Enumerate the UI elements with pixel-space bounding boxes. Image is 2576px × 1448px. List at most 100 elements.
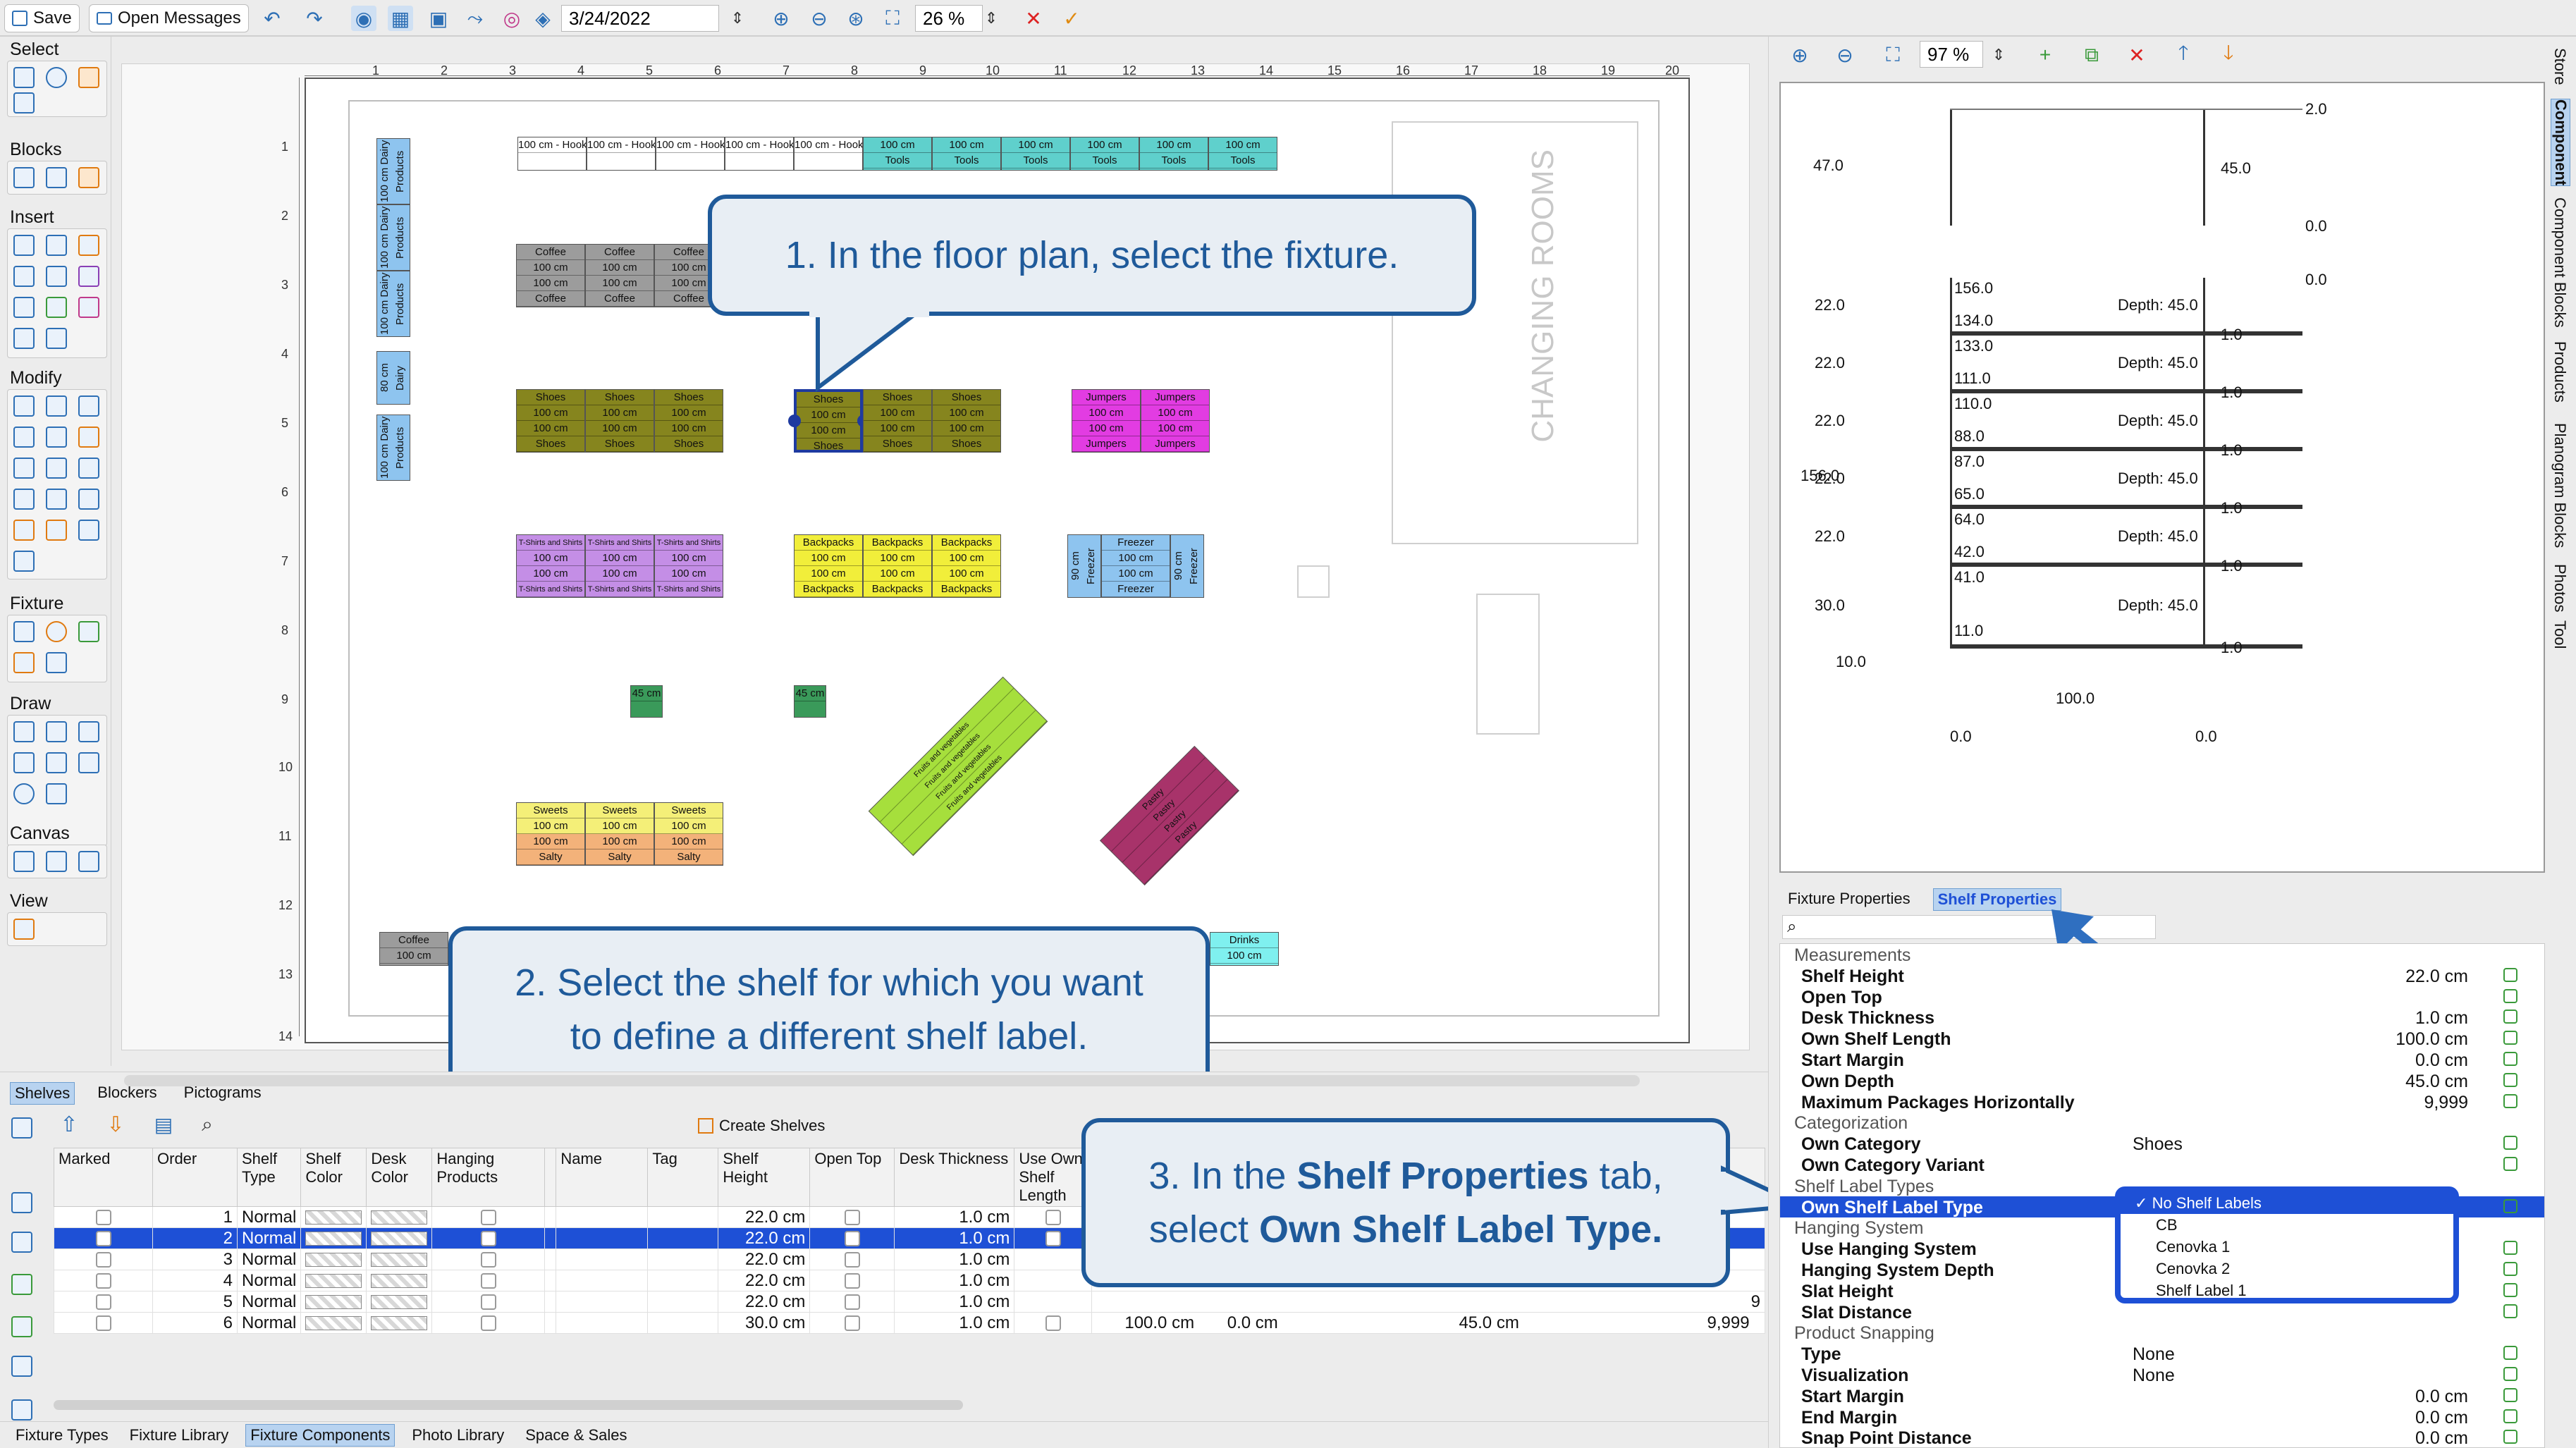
property-row[interactable]: Visualization None xyxy=(1780,1364,2544,1386)
reset-value-icon[interactable] xyxy=(2503,1031,2517,1045)
fixture-shoes-2[interactable]: Shoes 100 cm 100 cm Shoes xyxy=(585,389,654,453)
desk-color-swatch[interactable] xyxy=(371,1274,428,1289)
save-button[interactable]: Save xyxy=(4,4,80,32)
insert-camera-icon[interactable] xyxy=(46,266,67,287)
shelf-color-swatch[interactable] xyxy=(305,1274,362,1289)
own-length-checkbox[interactable] xyxy=(1045,1315,1061,1332)
shelf-label-type-dropdown[interactable]: ✓ No Shelf Labels CB Cenovka 1 Cenovka 2… xyxy=(2115,1186,2459,1303)
fixture-shoes-6[interactable]: Shoes 100 cm 100 cm Shoes xyxy=(932,389,1001,453)
table-row[interactable]: 6 Normal 30.0 cm 1.0 cm 100.0 cm 0.0 cm … xyxy=(54,1312,1765,1334)
align-right-icon[interactable] xyxy=(78,458,99,479)
fixture-shoes-5[interactable]: Shoes 100 cm 100 cm Shoes xyxy=(863,389,932,453)
fixture-dairy-4[interactable]: 80 cm Dairy Products xyxy=(376,351,410,405)
option-cenovka-1[interactable]: Cenovka 1 xyxy=(2121,1236,2453,1258)
fixture-tools-5[interactable]: 100 cm Tools xyxy=(1139,137,1208,171)
hanging-checkbox[interactable] xyxy=(480,1315,496,1332)
property-row[interactable]: Slat Distance xyxy=(1780,1301,2544,1323)
preview-shelf-5[interactable] xyxy=(1950,563,2302,567)
fixture-backpacks-2[interactable]: Backpacks 100 cm 100 cm Backpacks xyxy=(863,534,932,598)
property-value[interactable]: None xyxy=(2133,1344,2175,1365)
insert-line-icon[interactable] xyxy=(46,297,67,318)
shelf-up-icon[interactable]: 🡑 xyxy=(2171,42,2196,68)
move-icon[interactable] xyxy=(13,395,35,417)
fixture-dairy-2[interactable]: 100 cm Dairy Products xyxy=(376,204,410,271)
fixture-tools-6[interactable]: 100 cm Tools xyxy=(1208,137,1277,171)
zoom-in-icon[interactable]: ⊕ xyxy=(768,6,794,31)
reset-value-icon[interactable] xyxy=(2503,1010,2517,1024)
reset-value-icon[interactable] xyxy=(2503,967,2517,982)
insert-chart-icon[interactable] xyxy=(78,297,99,318)
rotate-icon[interactable] xyxy=(78,395,99,417)
draw-arc-icon[interactable] xyxy=(78,721,99,742)
tab-blockers[interactable]: Blockers xyxy=(93,1082,161,1105)
delete-icon[interactable]: ✕ xyxy=(2124,42,2149,68)
canvas-h-scrollbar[interactable] xyxy=(124,1075,1640,1086)
fixture-hook-4[interactable]: 100 cm - Hook4 xyxy=(725,137,794,171)
draw-polygon-icon[interactable] xyxy=(46,783,67,804)
reset-value-icon[interactable] xyxy=(2503,1430,2517,1444)
tab-pictograms[interactable]: Pictograms xyxy=(180,1082,266,1105)
export-csv-icon[interactable] xyxy=(11,1356,32,1377)
property-value[interactable]: 0.0 cm xyxy=(2415,1408,2468,1428)
property-value[interactable]: None xyxy=(2133,1366,2175,1386)
option-cenovka-2[interactable]: Cenovka 2 xyxy=(2121,1258,2453,1280)
fixture-small-1[interactable]: 45 cm xyxy=(630,685,663,718)
redo-icon[interactable]: ↷ xyxy=(302,6,327,31)
insert-shelf-icon[interactable] xyxy=(13,235,35,256)
marked-checkbox[interactable] xyxy=(95,1252,111,1268)
preview-zoom-out-icon[interactable]: ⊖ xyxy=(1832,42,1858,68)
property-row[interactable]: Type None xyxy=(1780,1343,2544,1365)
layout-icon[interactable]: ▣ xyxy=(426,6,451,31)
tab-fixture-library[interactable]: Fixture Library xyxy=(125,1425,233,1446)
side-tab-products[interactable]: Products xyxy=(2551,341,2569,403)
export-xls-icon[interactable] xyxy=(11,1274,32,1295)
property-row[interactable]: Own Depth 45.0 cm xyxy=(1780,1070,2544,1091)
reset-value-icon[interactable] xyxy=(2503,1136,2517,1151)
preview-shelf-3[interactable] xyxy=(1950,447,2302,451)
hanging-checkbox[interactable] xyxy=(480,1273,496,1289)
reset-value-icon[interactable] xyxy=(2503,1409,2517,1423)
align-base-icon[interactable] xyxy=(78,489,99,510)
copy-icon[interactable] xyxy=(46,395,67,417)
preview-fit-icon[interactable]: ⛶ xyxy=(1880,42,1906,68)
align-bottom-icon[interactable] xyxy=(13,489,35,510)
fixture-edit-icon[interactable] xyxy=(78,621,99,642)
tab-space-sales[interactable]: Space & Sales xyxy=(521,1425,631,1446)
reset-value-icon[interactable] xyxy=(2503,1367,2517,1381)
fixture-add-icon[interactable] xyxy=(13,621,35,642)
move-down-icon[interactable]: ⇩ xyxy=(103,1112,128,1137)
fixture-coffee-bottom[interactable]: Coffee 100 cm xyxy=(379,932,448,966)
fixture-jumpers-1[interactable]: Jumpers 100 cm 100 cm Jumpers xyxy=(1072,389,1141,453)
reset-value-icon[interactable] xyxy=(2503,1282,2517,1297)
reset-value-icon[interactable] xyxy=(2503,1198,2517,1213)
fixture-shoes-1[interactable]: Shoes 100 cm 100 cm Shoes xyxy=(516,389,585,453)
desk-color-swatch[interactable] xyxy=(371,1232,428,1246)
duplicate-icon[interactable]: ⧉ xyxy=(2079,42,2104,68)
tab-shelf-properties[interactable]: Shelf Properties xyxy=(1932,888,2062,911)
property-row[interactable]: Maximum Packages Horizontally 9,999 xyxy=(1780,1091,2544,1113)
reset-value-icon[interactable] xyxy=(2503,1241,2517,1256)
select-target-icon[interactable] xyxy=(46,67,67,88)
tab-fixture-components[interactable]: Fixture Components xyxy=(245,1423,395,1447)
fixture-shoes-selected[interactable]: Shoes 100 cm 100 cm Shoes xyxy=(794,389,863,453)
select-mode-icon[interactable]: ◉ xyxy=(351,6,376,31)
property-value[interactable]: 9,999 xyxy=(2424,1093,2468,1113)
hanging-checkbox[interactable] xyxy=(480,1252,496,1268)
shelf-color-swatch[interactable] xyxy=(305,1210,362,1225)
option-cb[interactable]: CB xyxy=(2121,1214,2453,1236)
own-length-checkbox[interactable] xyxy=(1045,1210,1061,1226)
preview-zoom-in-icon[interactable]: ⊕ xyxy=(1787,42,1813,68)
canvas-grid-icon[interactable] xyxy=(78,851,99,872)
fixture-sweets-2[interactable]: Sweets 100 cm 100 cm Salty xyxy=(585,802,654,866)
fixture-grid-icon[interactable] xyxy=(13,652,35,673)
arrange-icon[interactable] xyxy=(78,520,99,541)
open-top-checkbox[interactable] xyxy=(844,1252,860,1268)
marked-checkbox[interactable] xyxy=(95,1231,111,1247)
draw-line-icon[interactable] xyxy=(13,721,35,742)
reset-value-icon[interactable] xyxy=(2503,1303,2517,1318)
reset-value-icon[interactable] xyxy=(2503,1387,2517,1402)
fixture-dairy-5[interactable]: 100 cm Dairy Products xyxy=(376,415,410,481)
open-top-checkbox[interactable] xyxy=(844,1231,860,1247)
property-row[interactable]: Own Category Variant xyxy=(1780,1154,2544,1175)
marked-checkbox[interactable] xyxy=(95,1315,111,1332)
